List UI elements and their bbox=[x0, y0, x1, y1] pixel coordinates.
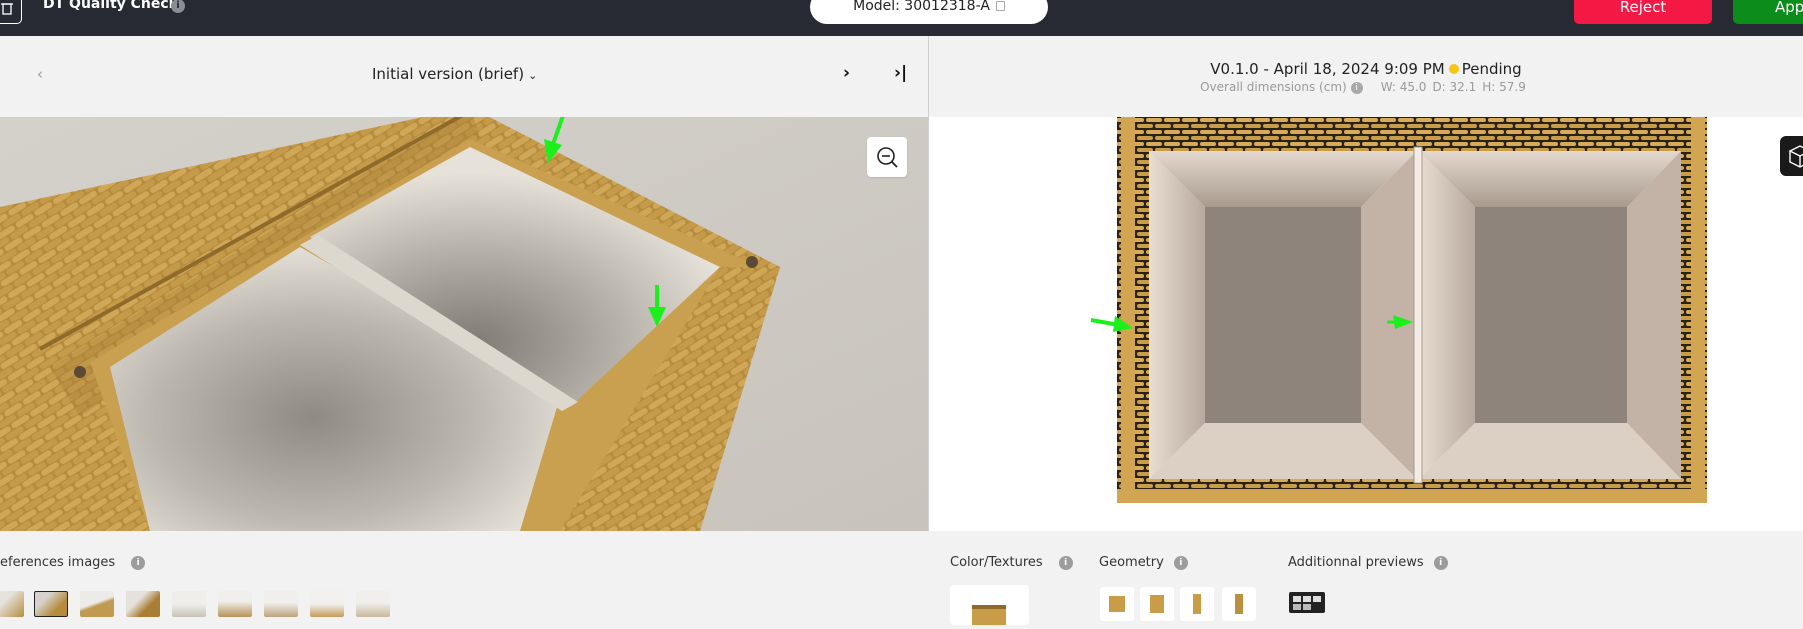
geometry-preview-image bbox=[1193, 594, 1201, 614]
references-section: eferences images i bbox=[0, 555, 146, 570]
dimensions-label: Overall dimensions (cm) bbox=[1200, 80, 1347, 94]
info-icon[interactable]: i bbox=[171, 0, 185, 13]
geometry-thumbnail[interactable] bbox=[1222, 587, 1256, 621]
chevron-right-icon[interactable]: › bbox=[843, 63, 850, 83]
bottom-panel: eferences images i Color/Textures i Geomet… bbox=[0, 531, 1803, 625]
color-textures-label: Color/Textures bbox=[950, 555, 1043, 570]
geometry-section: Geometry i bbox=[1099, 555, 1188, 570]
trash-button[interactable] bbox=[0, 0, 22, 24]
reference-thumbnail[interactable] bbox=[172, 591, 206, 617]
info-icon[interactable]: i bbox=[131, 555, 146, 570]
model-pill[interactable]: Model: 30012318-A bbox=[810, 0, 1048, 24]
reference-thumbnail[interactable] bbox=[126, 591, 160, 617]
model-version: V0.1.0 - April 18, 2024 9:09 PM bbox=[1210, 60, 1445, 78]
geometry-label: Geometry bbox=[1099, 555, 1164, 570]
preview-image bbox=[1293, 596, 1321, 610]
approve-button[interactable]: App bbox=[1733, 0, 1803, 24]
version-line: V0.1.0 - April 18, 2024 9:09 PM Pending bbox=[929, 60, 1803, 78]
color-textures-section: Color/Textures i bbox=[950, 555, 1073, 570]
cube-icon bbox=[1788, 145, 1803, 168]
zoom-out-button[interactable] bbox=[867, 137, 907, 177]
dimension-depth: D: 32.1 bbox=[1432, 80, 1477, 94]
info-icon[interactable]: i bbox=[1173, 555, 1188, 570]
texture-preview-image bbox=[972, 605, 1006, 625]
geometry-thumbnail[interactable] bbox=[1180, 587, 1214, 621]
reference-thumbnail[interactable] bbox=[0, 591, 24, 617]
chevron-left-icon[interactable]: ‹ bbox=[37, 65, 43, 83]
reference-thumbnail[interactable] bbox=[34, 591, 68, 617]
reference-photo[interactable] bbox=[0, 117, 928, 531]
top-bar: DT Quality Check i Model: 30012318-A Rej… bbox=[0, 0, 1803, 36]
reference-thumbnail[interactable] bbox=[80, 591, 114, 617]
zoom-out-icon bbox=[877, 147, 898, 168]
geometry-thumbnail[interactable] bbox=[1140, 587, 1174, 621]
info-icon[interactable]: i bbox=[1058, 555, 1073, 570]
version-dropdown[interactable]: Initial version (brief) ⌄ bbox=[372, 65, 537, 83]
version-dropdown-label: Initial version (brief) bbox=[372, 65, 525, 83]
model-3d-viewport[interactable] bbox=[929, 117, 1803, 531]
additional-previews-section: Additionnal previews i bbox=[1288, 555, 1448, 570]
view-3d-button[interactable] bbox=[1780, 136, 1803, 176]
reference-header: ‹ Initial version (brief) ⌄ › ›| bbox=[0, 36, 928, 117]
status-dot bbox=[1448, 63, 1459, 74]
reject-button[interactable]: Reject bbox=[1574, 0, 1712, 24]
dimensions-line: Overall dimensions (cm) i W: 45.0 D: 32.1 H:… bbox=[929, 80, 1803, 94]
geometry-preview-image bbox=[1109, 596, 1125, 612]
reference-thumbnail[interactable] bbox=[356, 591, 390, 617]
reference-thumbnail[interactable] bbox=[264, 591, 298, 617]
dimension-width: W: 45.0 bbox=[1380, 80, 1427, 94]
copy-icon[interactable] bbox=[995, 1, 1005, 11]
trash-icon bbox=[1, 3, 13, 15]
chevron-down-icon: ⌄ bbox=[528, 69, 538, 82]
geometry-preview-image bbox=[1235, 594, 1243, 614]
reference-thumbnail[interactable] bbox=[310, 591, 344, 617]
additional-preview-thumbnail[interactable] bbox=[1289, 592, 1325, 613]
dimension-height: H: 57.9 bbox=[1482, 80, 1526, 94]
skip-to-last-icon[interactable]: ›| bbox=[894, 63, 907, 83]
geometry-preview-image bbox=[1150, 595, 1164, 613]
geometry-thumbnail[interactable] bbox=[1100, 587, 1134, 621]
model-render-image bbox=[1090, 117, 1707, 503]
references-label: eferences images bbox=[0, 555, 116, 570]
app-title: DT Quality Check bbox=[43, 0, 178, 12]
additional-previews-label: Additionnal previews bbox=[1288, 555, 1424, 570]
info-icon[interactable]: i bbox=[1433, 555, 1448, 570]
color-texture-thumbnail[interactable] bbox=[950, 585, 1029, 625]
model-label: Model: 30012318-A bbox=[853, 0, 990, 14]
status-label: Pending bbox=[1461, 60, 1522, 78]
info-icon[interactable]: i bbox=[1350, 81, 1363, 94]
basket-photo-image bbox=[0, 117, 928, 531]
reference-thumbnail[interactable] bbox=[218, 591, 252, 617]
model-header: V0.1.0 - April 18, 2024 9:09 PM Pending O… bbox=[929, 36, 1803, 117]
